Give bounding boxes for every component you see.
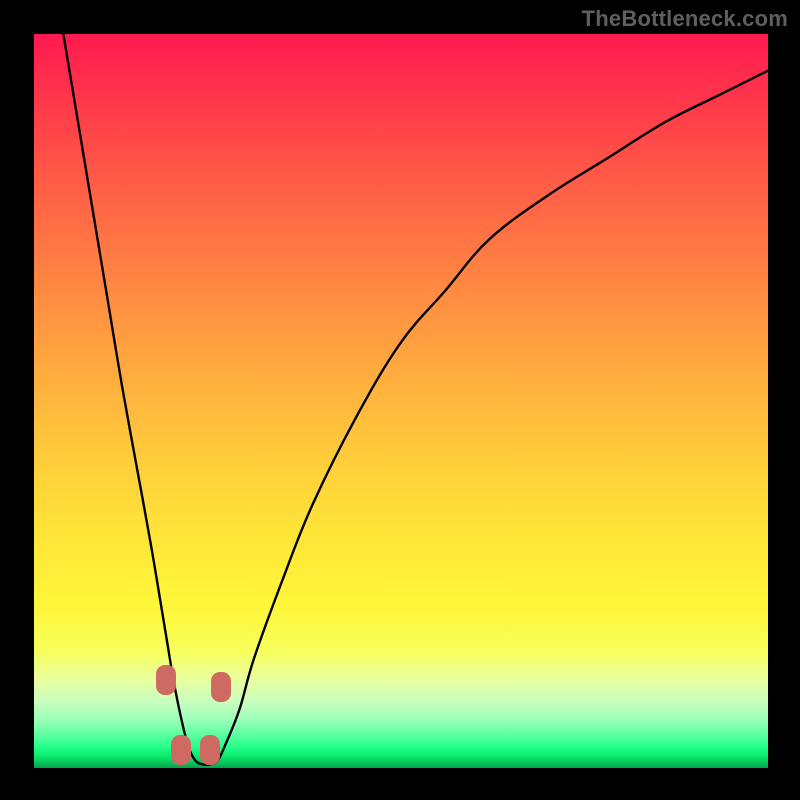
plot-area — [34, 34, 768, 768]
curve-marker — [156, 665, 176, 695]
curve-marker — [200, 735, 220, 765]
watermark-text: TheBottleneck.com — [582, 6, 788, 32]
curve-marker — [171, 735, 191, 765]
curve-marker — [211, 672, 231, 702]
bottleneck-curve — [34, 34, 768, 768]
chart-frame: TheBottleneck.com — [0, 0, 800, 800]
